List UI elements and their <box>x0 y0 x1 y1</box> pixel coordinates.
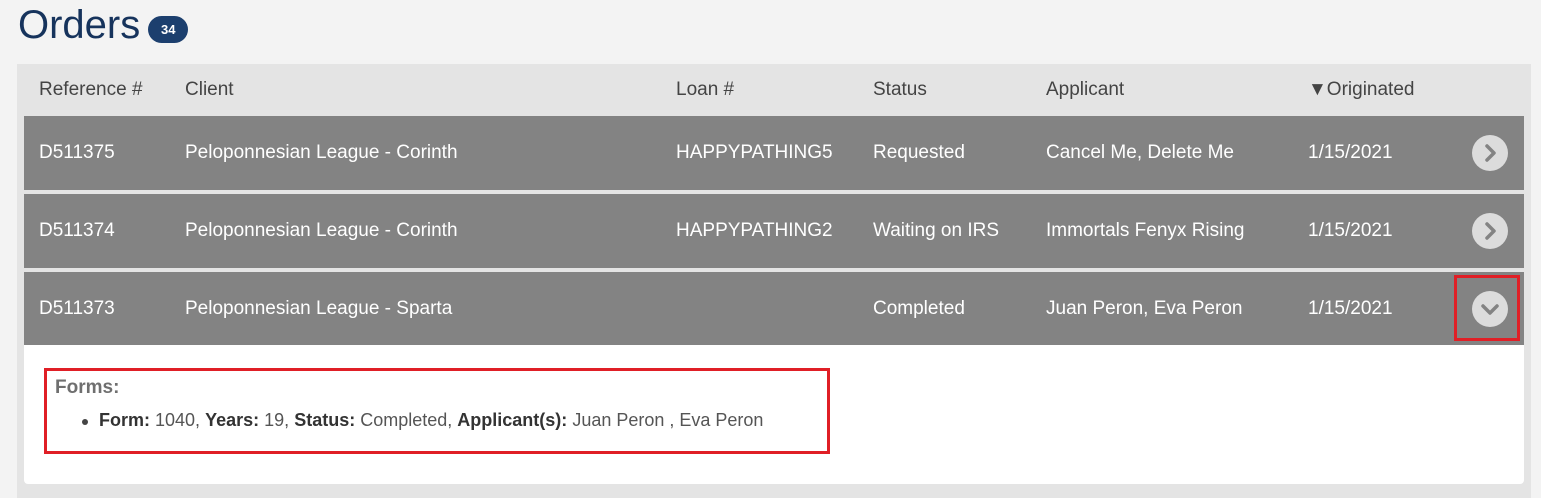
column-header-status[interactable]: Status <box>873 64 927 116</box>
cell-client: Peloponnesian League - Corinth <box>185 142 458 163</box>
list-item: Form: 1040, Years: 19, Status: Completed… <box>77 410 763 431</box>
cell-status: Requested <box>873 142 965 163</box>
cell-originated: 1/15/2021 <box>1308 142 1393 163</box>
cell-loan: HAPPYPATHING5 <box>676 142 833 163</box>
forms-section: Forms: Form: 1040, Years: 19, Status: Co… <box>44 368 830 454</box>
status-value: Completed, <box>360 410 453 430</box>
years-label: Years: <box>205 410 260 430</box>
form-value: 1040, <box>155 410 201 430</box>
order-count-badge: 34 <box>148 15 189 43</box>
column-header-reference[interactable]: Reference # <box>39 64 143 116</box>
cell-applicant: Juan Peron, Eva Peron <box>1046 298 1243 319</box>
status-label: Status: <box>294 410 356 430</box>
table-row-expanded[interactable]: D511373 Peloponnesian League - Sparta Co… <box>24 272 1524 346</box>
chevron-right-icon[interactable] <box>1472 135 1508 171</box>
column-header-client[interactable]: Client <box>185 64 234 116</box>
page-header: Orders 34 <box>18 0 189 50</box>
forms-list: Form: 1040, Years: 19, Status: Completed… <box>77 410 763 431</box>
cell-loan: HAPPYPATHING2 <box>676 220 833 241</box>
cell-originated: 1/15/2021 <box>1308 298 1393 319</box>
chevron-right-icon[interactable] <box>1472 213 1508 249</box>
cell-client: Peloponnesian League - Corinth <box>185 220 458 241</box>
cell-applicant: Immortals Fenyx Rising <box>1046 220 1245 241</box>
page-title: Orders <box>18 3 141 47</box>
table-row[interactable]: D511374 Peloponnesian League - Corinth H… <box>24 194 1524 268</box>
forms-title: Forms: <box>55 377 120 398</box>
cell-originated: 1/15/2021 <box>1308 220 1393 241</box>
years-value: 19, <box>264 410 290 430</box>
cell-applicant: Cancel Me, Delete Me <box>1046 142 1234 163</box>
applicants-value: Juan Peron , Eva Peron <box>572 410 764 430</box>
cell-reference: D511373 <box>39 298 115 319</box>
table-row[interactable]: D511375 Peloponnesian League - Corinth H… <box>24 116 1524 190</box>
cell-reference: D511374 <box>39 220 115 241</box>
table-header: Reference # Client Loan # Status Applica… <box>17 64 1531 116</box>
orders-table: Reference # Client Loan # Status Applica… <box>17 64 1531 498</box>
cell-status: Completed <box>873 298 965 319</box>
form-label: Form: <box>99 410 150 430</box>
order-detail-panel: Forms: Form: 1040, Years: 19, Status: Co… <box>24 345 1524 484</box>
column-header-loan[interactable]: Loan # <box>676 64 734 116</box>
column-header-originated[interactable]: ▼Originated <box>1308 64 1414 116</box>
applicants-label: Applicant(s): <box>457 410 568 430</box>
chevron-down-icon[interactable] <box>1472 291 1508 327</box>
cell-reference: D511375 <box>39 142 115 163</box>
column-header-applicant[interactable]: Applicant <box>1046 64 1124 116</box>
cell-status: Waiting on IRS <box>873 220 1000 241</box>
cell-client: Peloponnesian League - Sparta <box>185 298 453 319</box>
